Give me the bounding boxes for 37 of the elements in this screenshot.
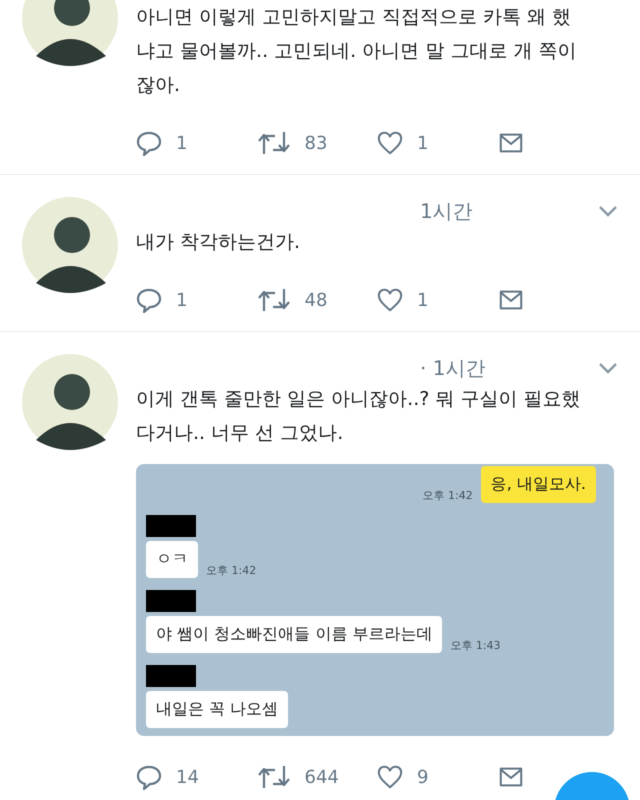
like-count: 1 [417,132,428,154]
tweet-text: 아니면 이렇게 고민하지말고 직접적으로 카톡 왜 했냐고 물어볼까.. 고민되네. 아니면 말 그대로 개 쪽이잖아. [136,5,578,98]
message-time: 오후 1:42 [422,488,473,503]
like-count: 9 [417,766,428,788]
like-count: 1 [417,290,428,310]
reply-icon[interactable] [136,287,162,313]
message-bubble: 내일은 꼭 나오셈 [146,691,288,728]
reply-icon[interactable] [136,764,162,790]
message-bubble: 야 쌤이 청소빠진애들 이름 부르라는데 [146,616,442,653]
reply-count: 14 [176,766,199,788]
retweet-count: 83 [304,132,328,154]
message-bubble: ㅇㅋ [146,541,198,578]
heart-icon[interactable] [377,130,403,156]
reply-count: 1 [176,290,188,310]
retweet-icon[interactable] [256,287,290,313]
retweet-icon[interactable] [256,764,290,790]
retweet-count: 644 [304,766,339,788]
heart-icon[interactable] [377,764,403,790]
redaction-bar [146,665,196,687]
timestamp: · 1시간 [420,354,486,382]
reply-count: 1 [176,132,188,154]
timestamp: 1시간 [420,198,473,224]
message-bubble: 응, 내일모사. [480,466,596,503]
message-time: 오후 1:43 [450,638,501,653]
tweet-text: 이게 갠톡 줄만한 일은 아니잖아..? 뭐 구실이 필요했다거나.. 너무 선 그었나. [136,387,582,446]
chevron-icon[interactable] [598,205,618,217]
avatar[interactable] [22,354,118,450]
chevron-icon[interactable] [598,362,618,374]
avatar[interactable] [22,197,118,293]
tweet-text: 내가 착각하는건가. [136,230,302,255]
redaction-bar [146,590,196,612]
heart-icon[interactable] [377,287,403,313]
message-time: 오후 1:42 [206,563,256,578]
retweet-count: 48 [304,290,328,310]
retweet-icon[interactable] [256,130,290,156]
reply-icon[interactable] [136,130,162,156]
redaction-bar [146,515,196,537]
